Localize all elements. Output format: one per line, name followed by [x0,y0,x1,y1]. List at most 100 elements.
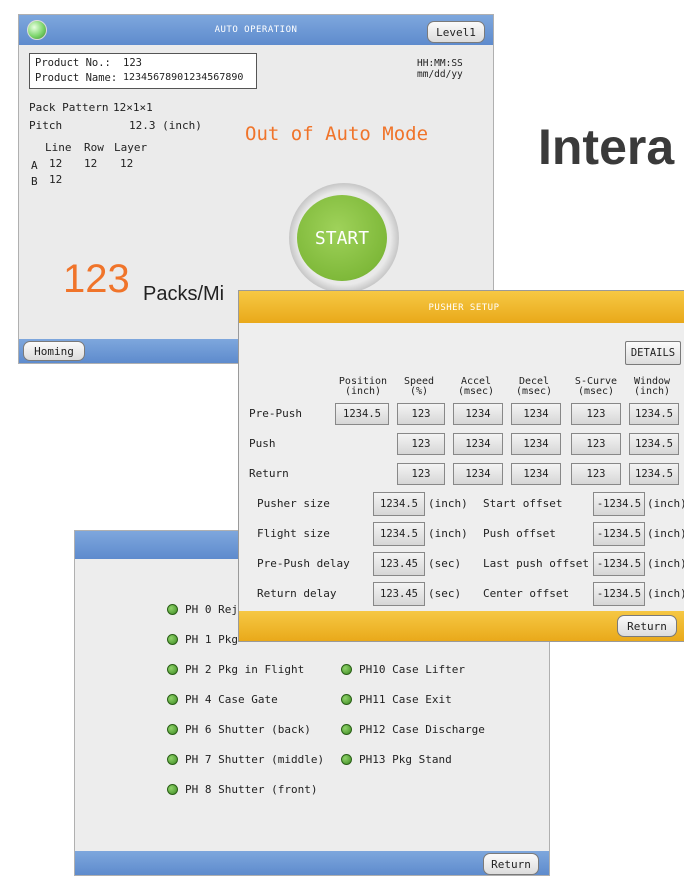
pusher-size-field[interactable]: 1234.5 [373,492,425,516]
start-offset-field[interactable]: -1234.5 [593,492,645,516]
level-button[interactable]: Level1 [427,21,485,43]
details-button[interactable]: DETAILS [625,341,681,365]
flight-size-unit: (inch) [428,527,468,540]
return-delay-label: Return delay [257,587,337,600]
col-header-accel: Accel (msec) [457,376,495,397]
clock-date: mm/dd/yy [417,69,463,80]
pre-push-speed-field[interactable]: 123 [397,403,445,425]
page-heading: Intera [538,119,675,175]
center-offset-field[interactable]: -1234.5 [593,582,645,606]
ph0-label: PH 0 Rej [185,603,238,616]
col-header-scurve: S-Curve (msec) [574,376,618,397]
pre-push-delay-unit: (sec) [428,557,462,570]
pre-push-position-field[interactable]: 1234.5 [335,403,389,425]
col-header-line: Line [45,141,72,154]
ph8-indicator-icon [167,784,178,795]
row-a-row: 12 [84,157,98,170]
last-push-offset-label: Last push offset [483,557,589,570]
return-delay-field[interactable]: 123.45 [373,582,425,606]
return-decel-field[interactable]: 1234 [511,463,561,485]
row-label-push: Push [249,437,276,450]
return-scurve-field[interactable]: 123 [571,463,621,485]
center-offset-label: Center offset [483,587,570,600]
start-offset-unit: (inch) [647,497,684,510]
ph2-indicator-icon [167,664,178,675]
col-header-position: Position (inch) [338,376,388,397]
auto-title: AUTO OPERATION [214,25,298,35]
ph10-indicator-icon [341,664,352,675]
ph13-label: PH13 Pkg Stand [359,753,452,766]
ph1-label: PH 1 Pkg [185,633,238,646]
start-offset-label: Start offset [483,497,563,510]
col-header-row: Row [84,141,104,154]
ph1-indicator-icon [167,634,178,645]
push-decel-field[interactable]: 1234 [511,433,561,455]
pre-push-delay-field[interactable]: 123.45 [373,552,425,576]
push-window-field[interactable]: 1234.5 [629,433,679,455]
return-accel-field[interactable]: 1234 [453,463,503,485]
col-header-window: Window (inch) [633,376,671,397]
pusher-size-unit: (inch) [428,497,468,510]
start-button[interactable]: START [297,195,387,281]
ph4-indicator-icon [167,694,178,705]
pitch-value: 12.3 (inch) [129,119,202,132]
col-header-layer: Layer [114,141,148,154]
ph4-label: PH 4 Case Gate [185,693,278,706]
return-window-field[interactable]: 1234.5 [629,463,679,485]
pre-push-decel-field[interactable]: 1234 [511,403,561,425]
pusher-return-button[interactable]: Return [617,615,677,637]
ph12-label: PH12 Case Discharge [359,723,485,736]
ph6-label: PH 6 Shutter (back) [185,723,311,736]
product-name-label: Product Name: [35,72,118,84]
ph11-label: PH11 Case Exit [359,693,452,706]
row-label-return: Return [249,467,289,480]
pre-push-delay-label: Pre-Push delay [257,557,350,570]
pre-push-window-field[interactable]: 1234.5 [629,403,679,425]
push-scurve-field[interactable]: 123 [571,433,621,455]
ph8-label: PH 8 Shutter (front) [185,783,318,796]
row-a-layer: 12 [120,157,134,170]
sensor-panel-footer-bar [75,851,549,875]
homing-button[interactable]: Homing [23,341,85,361]
flight-size-field[interactable]: 1234.5 [373,522,425,546]
row-a-label: A [31,159,38,172]
row-b-label: B [31,175,38,188]
pack-rate-value: 123 [63,257,130,301]
ph6-indicator-icon [167,724,178,735]
clock-time: HH:MM:SS [417,58,463,69]
last-push-offset-field[interactable]: -1234.5 [593,552,645,576]
row-a-line: 12 [49,157,63,170]
return-speed-field[interactable]: 123 [397,463,445,485]
pitch-label: Pitch [29,119,63,132]
mode-status: Out of Auto Mode [245,123,429,145]
pusher-size-label: Pusher size [257,497,330,510]
pack-pattern-label: Pack Pattern [29,101,109,114]
sensor-return-button[interactable]: Return [483,853,539,875]
pre-push-scurve-field[interactable]: 123 [571,403,621,425]
pack-rate-unit: Packs/Mi [143,283,225,305]
last-push-offset-unit: (inch) [647,557,684,570]
ph10-label: PH10 Case Lifter [359,663,465,676]
pack-pattern-value: 12×1×1 [113,101,153,114]
status-lamp-icon [27,20,47,40]
row-b-line: 12 [49,173,63,186]
product-no-value: 123 [123,57,142,69]
product-no-label: Product No.: [35,57,111,69]
ph11-indicator-icon [341,694,352,705]
product-name-value: 12345678901234567890 [123,72,244,83]
pusher-title: PUSHER SETUP [428,303,500,313]
push-accel-field[interactable]: 1234 [453,433,503,455]
flight-size-label: Flight size [257,527,330,540]
return-delay-unit: (sec) [428,587,462,600]
row-label-pre-push: Pre-Push [249,407,302,420]
ph12-indicator-icon [341,724,352,735]
push-speed-field[interactable]: 123 [397,433,445,455]
push-offset-field[interactable]: -1234.5 [593,522,645,546]
ph0-indicator-icon [167,604,178,615]
ph7-indicator-icon [167,754,178,765]
pre-push-accel-field[interactable]: 1234 [453,403,503,425]
pusher-setup-panel: PUSHER SETUP DETAILS Position (inch) Spe… [238,290,684,642]
col-header-speed: Speed (%) [403,376,435,397]
col-header-decel: Decel (msec) [515,376,553,397]
ph2-label: PH 2 Pkg in Flight [185,663,305,676]
